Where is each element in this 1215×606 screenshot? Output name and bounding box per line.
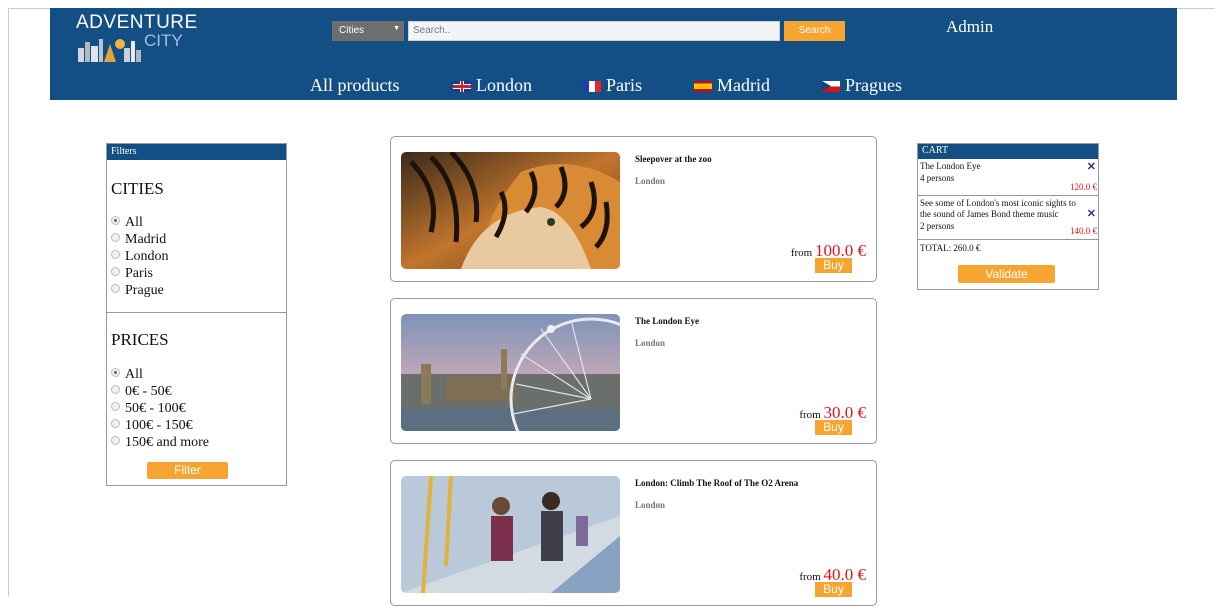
price-radio-all[interactable]: All — [111, 366, 143, 383]
city-radio-london[interactable]: London — [111, 248, 169, 265]
radio-label: Paris — [125, 266, 153, 281]
main-nav: All products London Paris Madrid Pragues — [50, 74, 1177, 96]
france-flag-icon — [583, 81, 601, 92]
radio-label: 150€ and more — [125, 435, 209, 450]
radio-icon — [111, 233, 120, 242]
nav-paris[interactable]: Paris — [583, 74, 642, 96]
cart-item: See some of London's most iconic sights … — [918, 196, 1098, 240]
remove-icon[interactable]: ✕ — [1087, 160, 1096, 173]
price-radio-100-150[interactable]: 100€ - 150€ — [111, 417, 193, 434]
radio-icon — [111, 267, 120, 276]
skyline-logo-icon — [78, 39, 141, 62]
cart-item-price: 120.0 € — [1070, 182, 1097, 192]
radio-icon — [111, 419, 120, 428]
product-card[interactable]: The London Eye London from 30.0 € Buy — [390, 298, 877, 444]
product-name[interactable]: London: Climb The Roof of The O2 Arena — [635, 478, 798, 488]
product-name[interactable]: The London Eye — [635, 316, 699, 326]
nav-label: Madrid — [717, 75, 770, 95]
buy-button[interactable]: Buy — [815, 258, 852, 273]
spain-flag-icon — [694, 81, 712, 92]
filters-title: Filters — [107, 144, 286, 160]
radio-icon — [111, 250, 120, 259]
o2-arena-image — [401, 476, 620, 593]
nav-label: All products — [310, 75, 400, 95]
cart-total: TOTAL: 260.0 € — [920, 243, 981, 253]
nav-all-products[interactable]: All products — [310, 74, 400, 96]
product-city: London — [635, 338, 666, 348]
nav-label: Pragues — [845, 75, 902, 95]
radio-label: Prague — [125, 283, 164, 298]
czech-flag-icon — [822, 81, 840, 92]
radio-label: Madrid — [125, 232, 167, 247]
buy-button[interactable]: Buy — [815, 582, 852, 597]
city-radio-all[interactable]: All — [111, 214, 143, 231]
search-input[interactable]: Search.. — [408, 21, 780, 41]
nav-prague[interactable]: Pragues — [822, 74, 902, 96]
buy-button[interactable]: Buy — [815, 420, 852, 435]
city-dropdown-value: Cities — [339, 25, 365, 36]
product-card[interactable]: Sleepover at the zoo London from 100.0 €… — [390, 136, 877, 282]
nav-label: London — [476, 75, 532, 95]
nav-label: Paris — [606, 75, 642, 95]
product-city: London — [635, 500, 666, 510]
tiger-image — [401, 152, 620, 269]
cart-item-name: The London Eye — [920, 161, 981, 171]
product-card[interactable]: London: Climb The Roof of The O2 Arena L… — [390, 460, 877, 606]
cart-item-persons: 2 persons — [920, 221, 955, 231]
prices-heading: PRICES — [111, 330, 169, 349]
chevron-down-icon: ▼ — [393, 25, 400, 32]
radio-label: All — [125, 367, 143, 382]
cart-title: CART — [918, 144, 1098, 159]
logo-text-city: CITY — [144, 31, 183, 50]
site-logo[interactable]: ADVENTURE CITY — [76, 12, 197, 62]
cart-item-name: See some of London's most iconic sights … — [920, 198, 1076, 219]
city-radio-madrid[interactable]: Madrid — [111, 231, 166, 248]
filters-panel: Filters CITIES All Madrid London Paris P… — [106, 143, 287, 486]
cities-heading: CITIES — [111, 179, 164, 198]
radio-icon — [111, 284, 120, 293]
search-placeholder: Search.. — [413, 25, 451, 36]
nav-madrid[interactable]: Madrid — [694, 74, 770, 96]
cart-item: The London Eye ✕ 4 persons 120.0 € — [918, 159, 1098, 196]
tiger-photo[interactable] — [401, 152, 620, 269]
radio-label: 50€ - 100€ — [125, 401, 186, 416]
product-city: London — [635, 176, 666, 186]
search-button[interactable]: Search — [784, 21, 845, 41]
filter-button[interactable]: Filter — [147, 462, 228, 479]
nav-london[interactable]: London — [453, 74, 532, 96]
price-from-label: from — [790, 247, 813, 259]
radio-checked-icon — [111, 216, 120, 225]
city-radio-prague[interactable]: Prague — [111, 282, 164, 299]
london-eye-image — [401, 314, 620, 431]
radio-icon — [111, 385, 120, 394]
radio-icon — [111, 436, 120, 445]
price-radio-50-100[interactable]: 50€ - 100€ — [111, 400, 186, 417]
admin-link[interactable]: Admin — [946, 17, 993, 37]
radio-label: 100€ - 150€ — [125, 418, 193, 433]
price-radio-150-plus[interactable]: 150€ and more — [111, 434, 209, 451]
radio-checked-icon — [111, 368, 120, 377]
city-radio-paris[interactable]: Paris — [111, 265, 153, 282]
radio-label: All — [125, 215, 143, 230]
filters-divider — [107, 312, 286, 313]
price-radio-0-50[interactable]: 0€ - 50€ — [111, 383, 172, 400]
site-header: ADVENTURE CITY Cities ▼ Search.. Search … — [50, 8, 1177, 100]
remove-icon[interactable]: ✕ — [1087, 207, 1096, 220]
radio-icon — [111, 402, 120, 411]
london-eye-photo[interactable] — [401, 314, 620, 431]
radio-label: 0€ - 50€ — [125, 384, 172, 399]
radio-label: London — [125, 249, 169, 264]
uk-flag-icon — [453, 81, 471, 92]
o2-arena-photo[interactable] — [401, 476, 620, 593]
product-name[interactable]: Sleepover at the zoo — [635, 154, 712, 164]
cart-item-persons: 4 persons — [920, 173, 955, 183]
validate-button[interactable]: Validate — [958, 265, 1055, 283]
cart-item-price: 140.0 € — [1070, 226, 1097, 236]
city-dropdown[interactable]: Cities ▼ — [332, 21, 404, 41]
cart-panel: CART The London Eye ✕ 4 persons 120.0 € … — [917, 143, 1099, 290]
